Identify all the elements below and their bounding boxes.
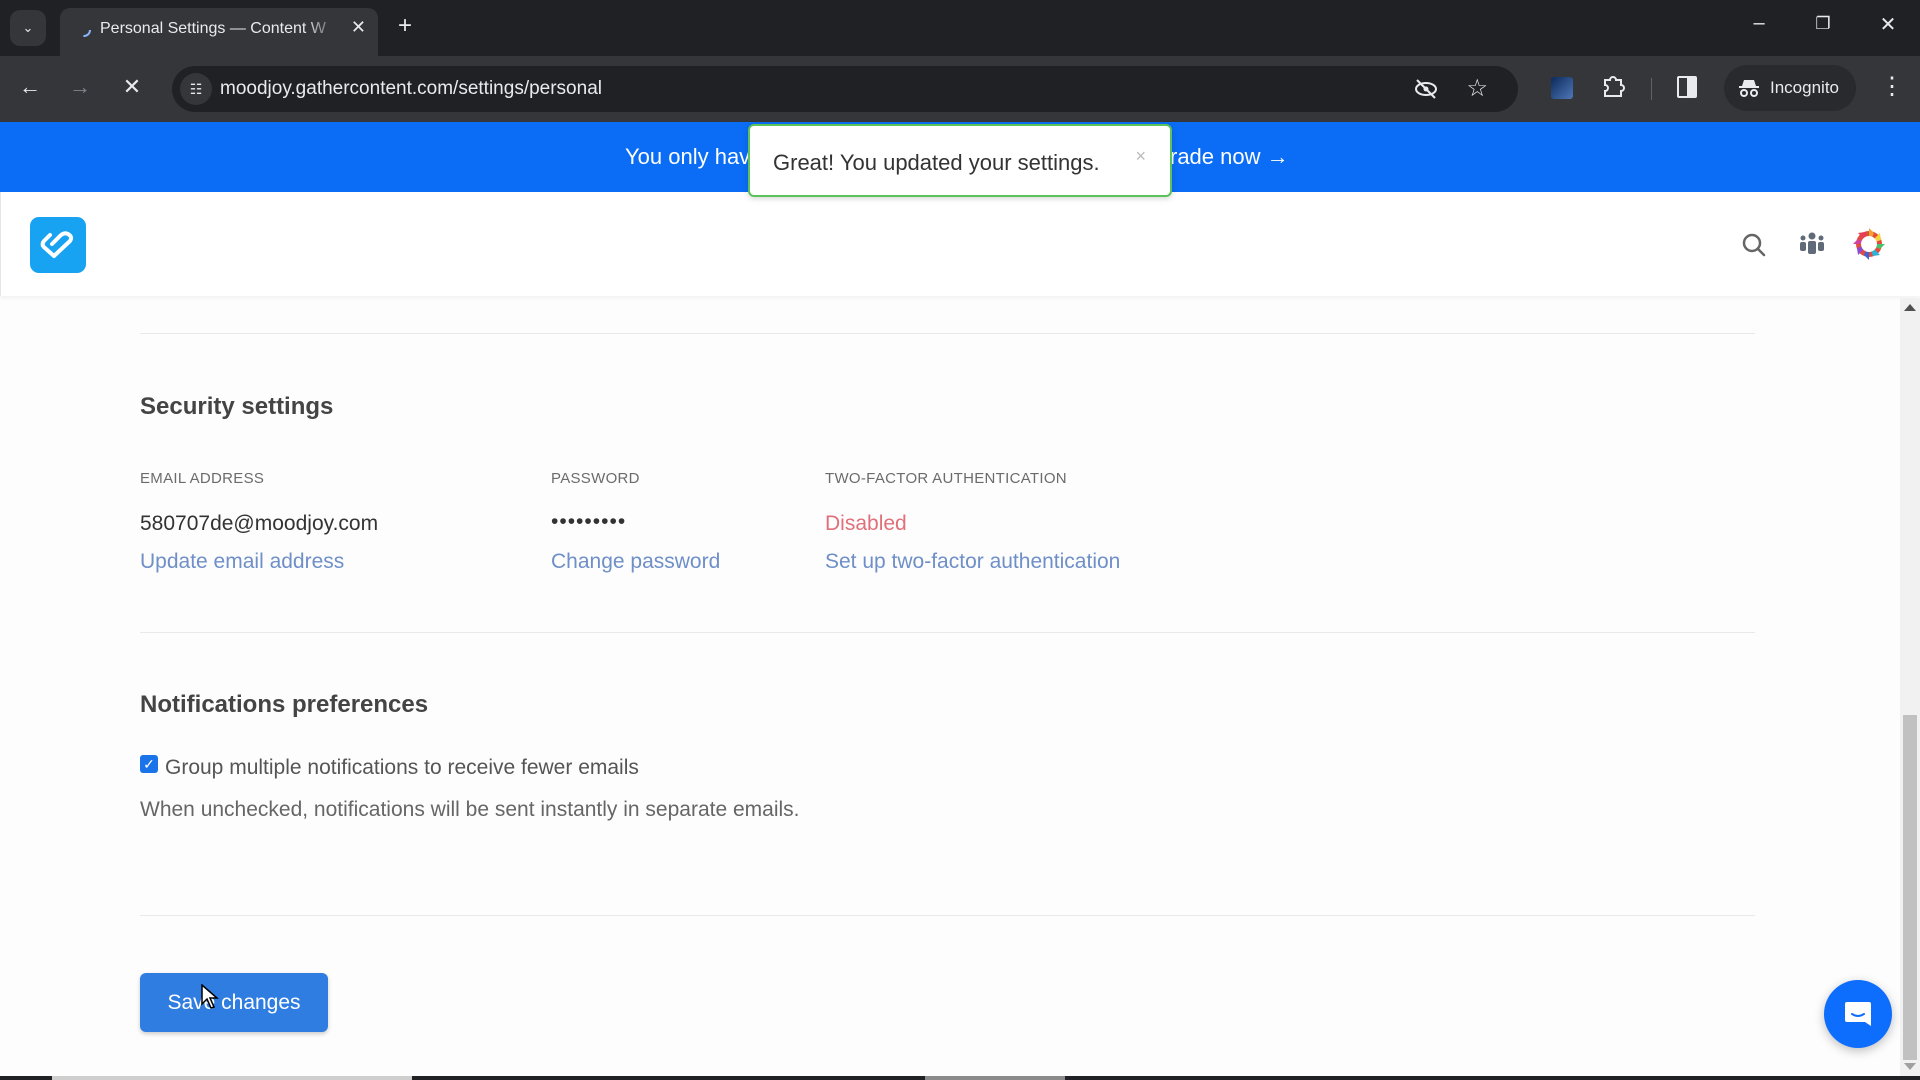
- tab-title: Personal Settings — Content W: [100, 20, 326, 37]
- incognito-profile-button[interactable]: Incognito: [1724, 65, 1856, 111]
- email-value: 580707de@moodjoy.com: [140, 512, 379, 535]
- chevron-down-icon: ⌄: [22, 20, 34, 35]
- extension-icon[interactable]: [1551, 77, 1573, 99]
- notifications-title: Notifications preferences: [140, 691, 429, 718]
- gathercontent-logo[interactable]: [30, 217, 86, 273]
- close-window-button[interactable]: ✕: [1868, 12, 1908, 37]
- taskbar-segment: [52, 1076, 412, 1080]
- puzzle-icon[interactable]: [1600, 74, 1626, 100]
- minimize-button[interactable]: –: [1739, 12, 1779, 35]
- security-settings-title: Security settings: [140, 393, 334, 420]
- section-divider: [140, 333, 1755, 334]
- scroll-down-arrow-icon[interactable]: [1904, 1063, 1916, 1070]
- mouse-cursor-icon: [201, 984, 219, 1009]
- browser-tab[interactable]: Personal Settings — Content W ✕: [60, 8, 378, 56]
- tune-icon[interactable]: ☷: [180, 73, 212, 105]
- stop-button[interactable]: ✕: [116, 74, 148, 100]
- update-email-link[interactable]: Update email address: [140, 550, 344, 574]
- password-value: •••••••••: [551, 510, 627, 533]
- logo-mark-icon: [40, 231, 74, 258]
- side-panel-icon[interactable]: [1677, 76, 1697, 98]
- toolbar-divider: [1651, 78, 1652, 100]
- browser-tab-bar: ⌄ Personal Settings — Content W ✕ + – ❐ …: [0, 0, 1920, 56]
- chat-widget-button[interactable]: [1824, 980, 1892, 1048]
- more-vert-icon[interactable]: ⋮: [1880, 70, 1904, 104]
- star-icon[interactable]: ☆: [1466, 74, 1488, 103]
- two-factor-status: Disabled: [825, 512, 907, 535]
- group-notifications-checkbox[interactable]: ✓: [140, 755, 158, 773]
- profile-label: Incognito: [1770, 78, 1839, 97]
- forward-button[interactable]: →: [64, 74, 96, 100]
- save-changes-button[interactable]: Save changes: [140, 973, 328, 1032]
- scroll-up-arrow-icon[interactable]: [1904, 304, 1916, 311]
- success-toast: Great! You updated your settings. ×: [748, 124, 1172, 197]
- chat-bubble-icon: [1845, 1002, 1871, 1026]
- change-password-link[interactable]: Change password: [551, 550, 720, 574]
- app-header: [0, 192, 1920, 296]
- restore-button[interactable]: ❐: [1803, 14, 1843, 34]
- new-tab-button[interactable]: +: [398, 12, 412, 40]
- section-divider: [140, 632, 1755, 633]
- address-bar[interactable]: ☷ moodjoy.gathercontent.com/settings/per…: [172, 66, 1518, 112]
- close-icon[interactable]: ×: [1135, 146, 1146, 167]
- banner-text: You only hav: [625, 144, 751, 169]
- incognito-icon: [1739, 80, 1759, 97]
- email-label: EMAIL ADDRESS: [140, 470, 265, 487]
- two-factor-label: TWO-FACTOR AUTHENTICATION: [825, 470, 1067, 487]
- taskbar-segment: [925, 1076, 1065, 1080]
- search-icon[interactable]: [1741, 232, 1767, 258]
- section-divider: [140, 915, 1755, 916]
- loading-spinner-icon: [77, 23, 91, 37]
- close-icon[interactable]: ✕: [351, 17, 366, 38]
- team-icon[interactable]: [1798, 232, 1826, 256]
- group-notifications-label[interactable]: Group multiple notifications to receive …: [165, 756, 639, 780]
- setup-two-factor-link[interactable]: Set up two-factor authentication: [825, 550, 1120, 574]
- tab-list-button[interactable]: ⌄: [10, 10, 46, 46]
- page-scrollbar[interactable]: [1900, 298, 1920, 1076]
- browser-toolbar: ← → ✕ ☷ moodjoy.gathercontent.com/settin…: [0, 56, 1920, 122]
- notifications-help-text: When unchecked, notifications will be se…: [140, 798, 800, 821]
- upgrade-link[interactable]: rade now →: [1170, 144, 1289, 170]
- workspace-avatar[interactable]: [1851, 226, 1887, 262]
- settings-content: Security settings EMAIL ADDRESS 580707de…: [0, 296, 1900, 1076]
- password-label: PASSWORD: [551, 470, 640, 487]
- eye-off-icon[interactable]: [1414, 78, 1438, 100]
- scrollbar-thumb[interactable]: [1903, 715, 1917, 1060]
- bottom-edge: [0, 1076, 1920, 1080]
- toast-message: Great! You updated your settings.: [773, 150, 1100, 175]
- back-button[interactable]: ←: [14, 74, 46, 100]
- url-text[interactable]: moodjoy.gathercontent.com/settings/perso…: [220, 78, 602, 100]
